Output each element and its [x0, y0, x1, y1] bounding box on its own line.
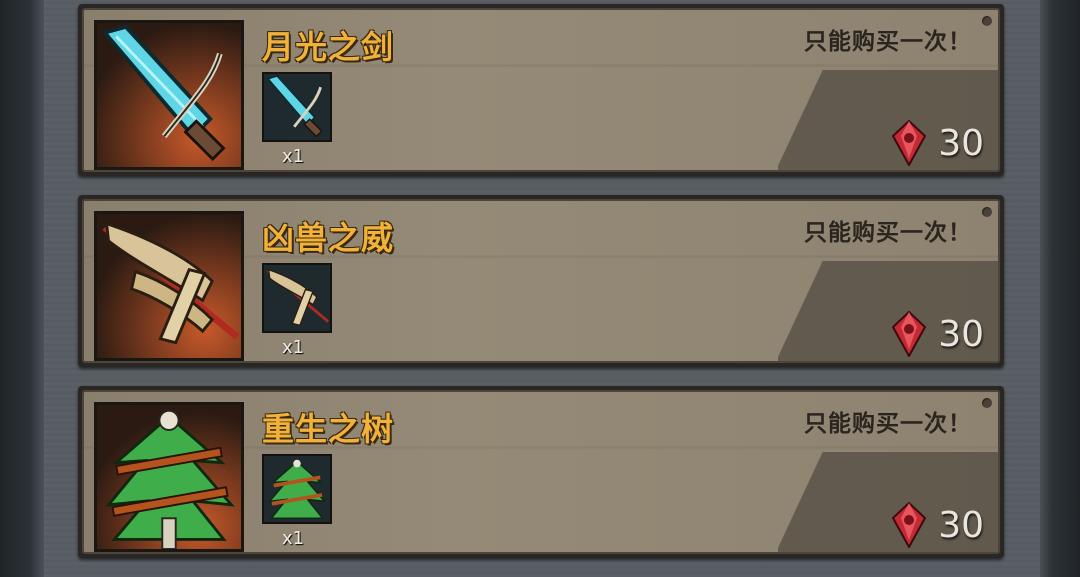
reward-item-icon	[262, 263, 332, 333]
price-button[interactable]: 30	[892, 309, 984, 359]
skull-tree-icon	[94, 402, 244, 552]
purchase-limit-note: 只能购买一次！	[804, 29, 972, 55]
price-value: 30	[938, 122, 984, 164]
pin-icon	[982, 207, 992, 217]
reward-item-icon	[262, 72, 332, 142]
red-gem-icon	[892, 120, 927, 166]
shop-item-card[interactable]: 月光之剑 只能购买一次！ x1 30	[78, 4, 1004, 176]
item-name: 重生之树	[262, 410, 395, 448]
item-name: 月光之剑	[262, 28, 395, 66]
price-value: 30	[938, 504, 984, 546]
reward-quantity: x1	[282, 528, 305, 549]
shop-item-card[interactable]: 重生之树 只能购买一次！ x1 30	[78, 386, 1004, 558]
price-button[interactable]: 30	[892, 500, 984, 550]
feather-spear-icon	[94, 211, 244, 361]
reward-quantity: x1	[282, 337, 305, 358]
pin-icon	[982, 16, 992, 26]
reward-quantity: x1	[282, 146, 305, 167]
reward-item-icon	[262, 454, 332, 524]
red-gem-icon	[892, 311, 927, 357]
card-body: 凶兽之威 只能购买一次！ x1 30	[82, 199, 1000, 363]
item-name: 凶兽之威	[262, 219, 395, 257]
purchase-limit-note: 只能购买一次！	[804, 411, 972, 437]
pin-icon	[982, 398, 992, 408]
crystal-sword-icon	[94, 20, 244, 170]
red-gem-icon	[892, 502, 927, 548]
shop-item-card[interactable]: 凶兽之威 只能购买一次！ x1 30	[78, 195, 1004, 367]
card-body: 重生之树 只能购买一次！ x1 30	[82, 390, 1000, 554]
price-value: 30	[938, 313, 984, 355]
price-button[interactable]: 30	[892, 118, 984, 168]
card-body: 月光之剑 只能购买一次！ x1 30	[82, 8, 1000, 172]
purchase-limit-note: 只能购买一次！	[804, 220, 972, 246]
